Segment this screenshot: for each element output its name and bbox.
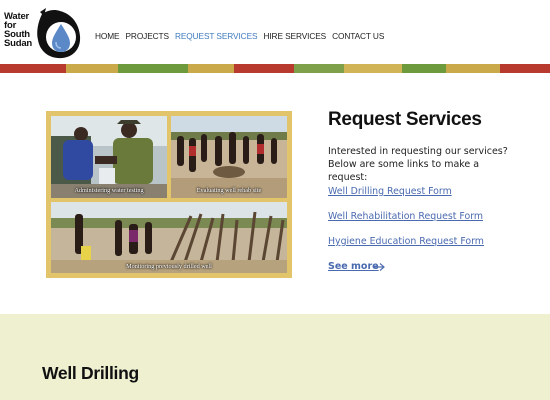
well-drilling-title: Well Drilling <box>42 363 139 383</box>
nav-hire-services[interactable]: HIRE SERVICES <box>263 31 326 41</box>
request-services-title: Request Services <box>328 109 482 130</box>
stripe-segment <box>402 64 446 73</box>
stripe-segment <box>188 64 234 73</box>
stripe-segment <box>294 64 344 73</box>
well-rehabilitation-request-link[interactable]: Well Rehabilitation Request Form <box>328 211 483 222</box>
decorative-color-stripe <box>0 64 550 73</box>
request-services-intro: Interested in requesting our services? B… <box>328 146 508 183</box>
logo-line: Sudan <box>4 38 33 49</box>
main-nav: HOME PROJECTS REQUEST SERVICES HIRE SERV… <box>95 31 390 41</box>
stripe-segment <box>66 64 118 73</box>
stripe-segment <box>500 64 550 73</box>
photo-collage: Administering water testing Evaluating w… <box>46 111 292 278</box>
photo-caption: Evaluating well rehab site <box>196 187 262 194</box>
stripe-segment <box>234 64 294 73</box>
hygiene-education-request-link[interactable]: Hygiene Education Request Form <box>328 236 484 247</box>
photo-caption: Administering water testing <box>74 187 144 194</box>
stripe-segment <box>118 64 188 73</box>
site-logo[interactable]: Water for South Sudan <box>4 8 81 60</box>
stripe-segment <box>344 64 402 73</box>
well-drilling-section: Well Drilling <box>0 314 550 400</box>
arrow-right-icon[interactable] <box>372 262 386 272</box>
photo-caption: Monitoring previously drilled well <box>126 263 212 270</box>
nav-request-services[interactable]: REQUEST SERVICES <box>175 31 258 41</box>
photo-well-rehab-site: Evaluating well rehab site <box>171 116 287 198</box>
stripe-segment <box>446 64 500 73</box>
stripe-segment <box>0 64 66 73</box>
photo-water-testing: Administering water testing <box>51 116 167 198</box>
water-drop-logo-icon <box>37 8 81 59</box>
site-header: Water for South Sudan HOME PROJECTS REQU… <box>0 0 550 64</box>
logo-text: Water for South Sudan <box>4 12 38 49</box>
nav-contact-us[interactable]: CONTACT US <box>332 31 384 41</box>
nav-projects[interactable]: PROJECTS <box>126 31 170 41</box>
see-more-link[interactable]: See more <box>328 261 379 272</box>
photo-drilled-well: Monitoring previously drilled well <box>51 202 287 273</box>
well-drilling-request-link[interactable]: Well Drilling Request Form <box>328 186 452 197</box>
page: Water for South Sudan HOME PROJECTS REQU… <box>0 0 550 400</box>
nav-home[interactable]: HOME <box>95 31 120 41</box>
